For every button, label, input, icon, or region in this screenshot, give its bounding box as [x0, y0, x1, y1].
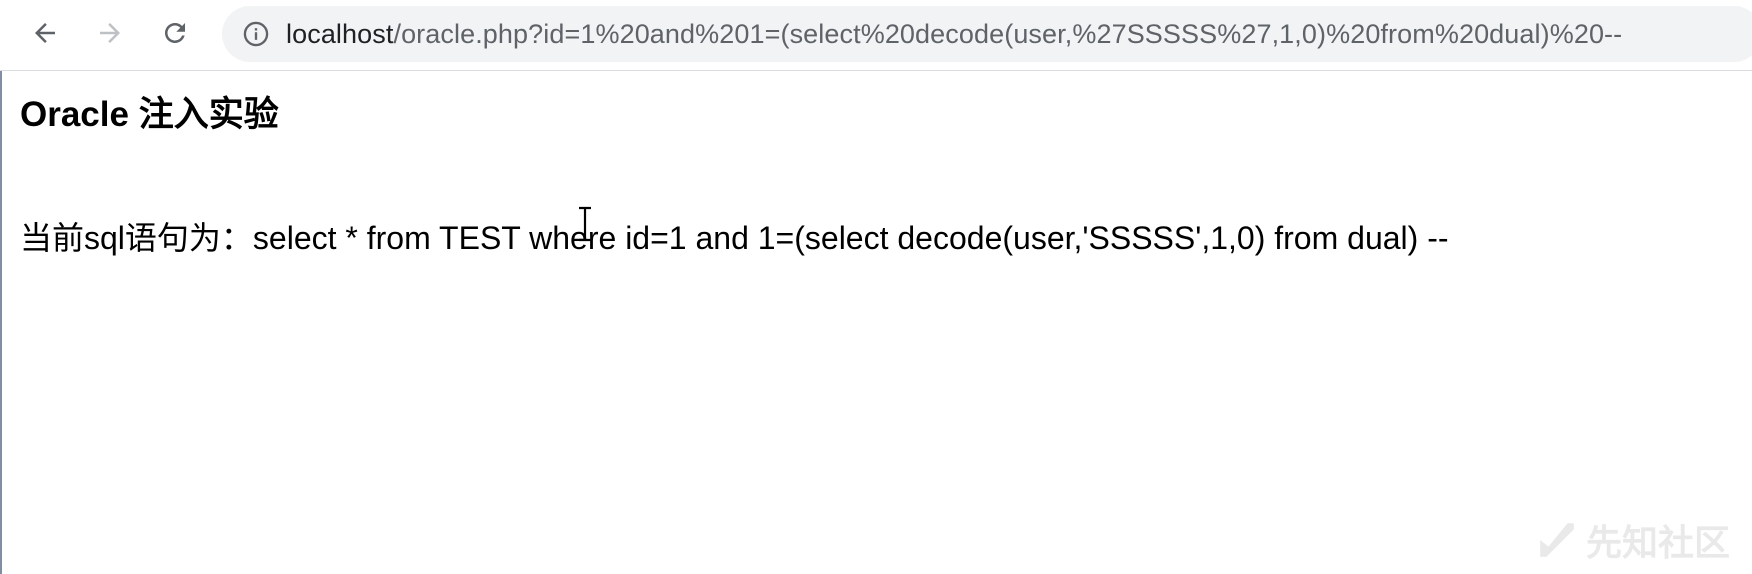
url-host: localhost — [286, 19, 394, 49]
watermark: 先知社区 — [1536, 514, 1730, 566]
watermark-text: 先知社区 — [1585, 522, 1730, 563]
forward-button[interactable] — [90, 13, 130, 53]
address-bar[interactable]: localhost/oracle.php?id=1%20and%201=(sel… — [222, 6, 1752, 62]
xianzhi-logo-icon — [1540, 523, 1574, 557]
back-button[interactable] — [25, 13, 65, 53]
browser-toolbar: localhost/oracle.php?id=1%20and%201=(sel… — [0, 0, 1752, 71]
text-cursor-icon — [579, 206, 591, 242]
back-arrow-icon — [35, 23, 55, 43]
window-left-edge — [0, 0, 2, 574]
sql-statement-text: 当前sql语句为：select * from TEST where id=1 a… — [20, 220, 1449, 256]
url-path: /oracle.php?id=1%20and%201=(select%20dec… — [393, 19, 1623, 49]
info-icon[interactable] — [242, 20, 270, 48]
url-text[interactable]: localhost/oracle.php?id=1%20and%201=(sel… — [286, 6, 1622, 62]
forward-arrow-icon — [100, 23, 120, 43]
reload-button[interactable] — [155, 13, 195, 53]
reload-icon — [165, 23, 185, 43]
page-title: Oracle 注入实验 — [20, 95, 279, 134]
